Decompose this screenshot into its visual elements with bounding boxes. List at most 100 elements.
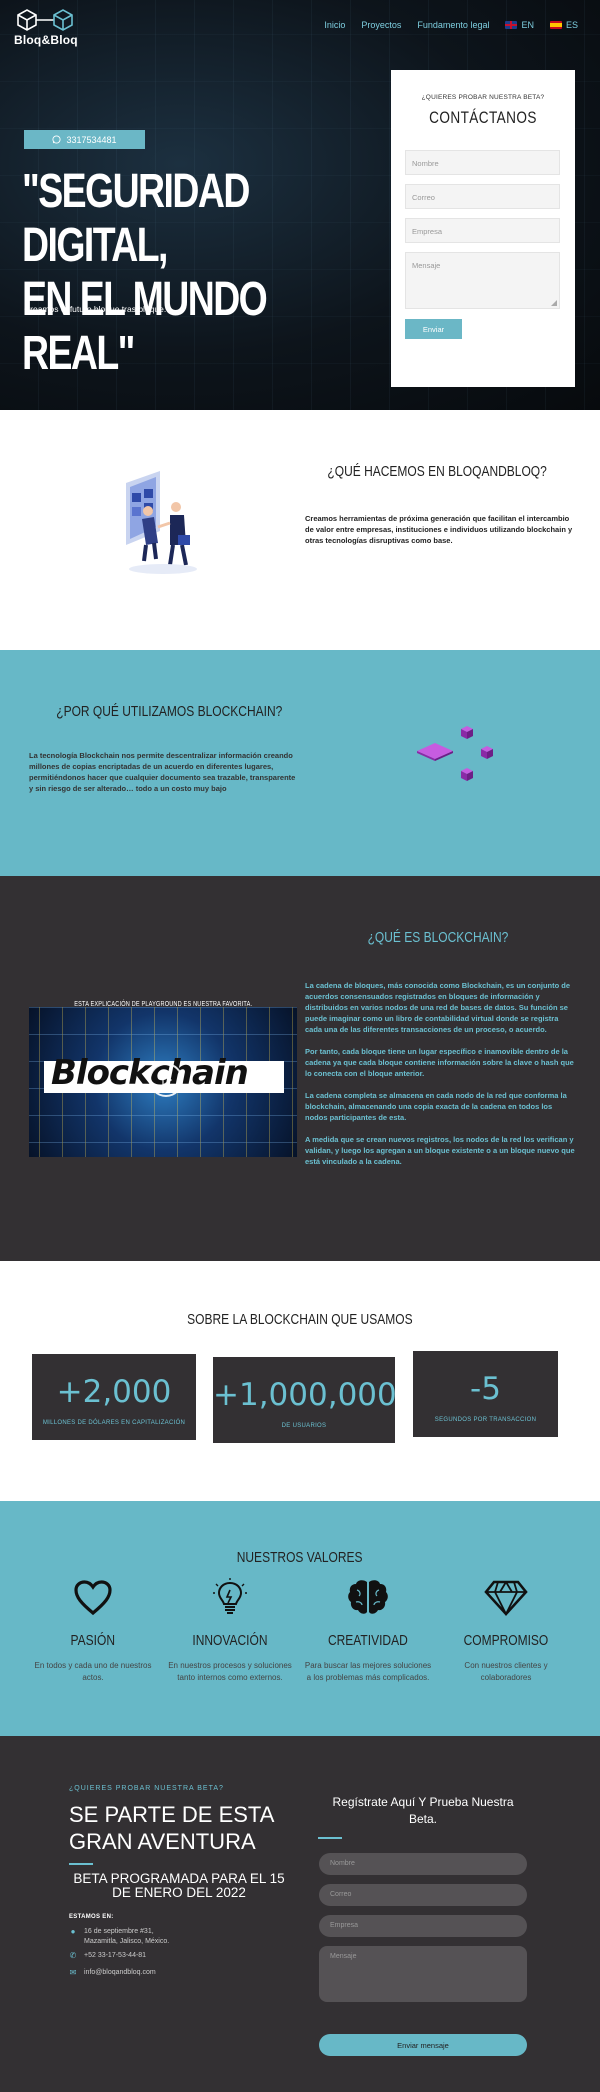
- beta-signup-section: ¿QUIERES PROBAR NUESTRA BETA? SE PARTE D…: [0, 1736, 600, 2092]
- address-text: 16 de septiembre #31, Mazamitla, Jalisco…: [84, 1928, 170, 1945]
- stats-title-text: SOBRE LA BLOCKCHAIN QUE USAMOS: [187, 1311, 413, 1328]
- value-commitment: COMPROMISO Con nuestros clientes y colab…: [441, 1576, 571, 1684]
- whatsapp-number: 3317534481: [66, 134, 117, 145]
- whatsapp-button[interactable]: 3317534481: [24, 130, 145, 149]
- stats-title: SOBRE LA BLOCKCHAIN QUE USAMOS: [0, 1311, 600, 1329]
- beta-launch-date: BETA PROGRAMADA PARA EL 15 DE ENERO DEL …: [73, 1871, 285, 1900]
- lang-en-label: EN: [521, 20, 534, 30]
- heart-icon: [74, 1580, 112, 1616]
- phone-row[interactable]: ✆ +52 33-17-53-44-81: [69, 1951, 146, 1961]
- send-button[interactable]: Enviar: [405, 319, 462, 339]
- what-we-do-title-text: ¿QUÉ HACEMOS EN BLOQANDBLOQ?: [327, 463, 548, 480]
- message-field[interactable]: Mensaje: [405, 252, 560, 309]
- value-name: COMPROMISO: [463, 1632, 549, 1649]
- why-blockchain-title-text: ¿POR QUÉ UTILIZAMOS BLOCKCHAIN?: [56, 703, 283, 720]
- why-blockchain-text: La tecnología Blockchain nos permite des…: [29, 751, 296, 793]
- what-is-blockchain-title-text: ¿QUÉ ES BLOCKCHAIN?: [367, 929, 508, 946]
- contact-title: CONTÁCTANOS: [429, 108, 537, 127]
- stats-section: SOBRE LA BLOCKCHAIN QUE USAMOS +2,000 MI…: [0, 1261, 600, 1501]
- beta-name-field[interactable]: Nombre: [319, 1853, 527, 1875]
- mail-icon: ✉: [69, 1968, 77, 1977]
- hero-title-line1: "SEGURIDAD DIGITAL,: [22, 165, 250, 272]
- lang-es-label: ES: [565, 20, 578, 30]
- value-name: INNOVACIÓN: [192, 1632, 268, 1649]
- divider: [318, 1837, 342, 1839]
- values-title-text: NUESTROS VALORES: [237, 1549, 363, 1566]
- value-name: CREATIVIDAD: [328, 1632, 408, 1649]
- contact-kicker: ¿QUIERES PROBAR NUESTRA BETA?: [421, 94, 545, 101]
- beta-email-field[interactable]: Correo: [319, 1884, 527, 1906]
- lang-en-link[interactable]: EN: [505, 20, 534, 30]
- what-is-blockchain-title: ¿QUÉ ES BLOCKCHAIN?: [300, 929, 575, 947]
- blockchain-cubes-icon: [417, 726, 493, 781]
- name-field[interactable]: Nombre: [405, 150, 560, 175]
- hero-section: Bloq&Bloq Inicio Proyectos Fundamento le…: [0, 0, 600, 410]
- cubes-logo-icon: [17, 9, 73, 31]
- value-innovation: INNOVACIÓN En nuestros procesos y soluci…: [165, 1576, 295, 1684]
- blockchain-paragraph: Por tanto, cada bloque tiene un lugar es…: [305, 1047, 574, 1078]
- location-heading: ESTAMOS EN:: [69, 1914, 114, 1920]
- address-row: ● 16 de septiembre #31, Mazamitla, Jalis…: [69, 1927, 184, 1947]
- blockchain-paragraph: La cadena completa se almacena en cada n…: [305, 1091, 567, 1122]
- stat-label: DE USUARIOS: [281, 1423, 327, 1429]
- why-blockchain-section: ¿POR QUÉ UTILIZAMOS BLOCKCHAIN? La tecno…: [0, 650, 600, 876]
- stat-card-seconds: -5 SEGUNDOS POR TRANSACCION: [413, 1351, 558, 1437]
- what-we-do-title: ¿QUÉ HACEMOS EN BLOQANDBLOQ?: [300, 463, 575, 481]
- value-text: En nuestros procesos y soluciones tanto …: [168, 1661, 292, 1682]
- email-field[interactable]: Correo: [405, 184, 560, 209]
- hero-title-line2: EN EL MUNDO REAL": [22, 273, 268, 380]
- lang-es-link[interactable]: ES: [549, 20, 578, 30]
- stat-value: +2,000: [56, 1374, 172, 1410]
- nav-fundamento-legal[interactable]: Fundamento legal: [417, 20, 489, 30]
- company-field[interactable]: Empresa: [405, 218, 560, 243]
- value-passion: PASIÓN En todos y cada uno de nuestros a…: [28, 1576, 158, 1684]
- stat-value: +1,000,000: [213, 1377, 397, 1413]
- main-nav: Inicio Proyectos Fundamento legal EN ES: [324, 20, 578, 30]
- stat-value: -5: [470, 1371, 501, 1407]
- what-we-do-section: ¿QUÉ HACEMOS EN BLOQANDBLOQ? Creamos her…: [0, 410, 600, 650]
- stat-card-capitalization: +2,000 MILLONES DE DÓLARES EN CAPITALIZA…: [32, 1354, 196, 1440]
- business-handshake-illustration: [126, 471, 197, 574]
- spain-flag-icon: [549, 21, 562, 29]
- phone-icon: ✆: [69, 1951, 77, 1960]
- beta-send-button[interactable]: Enviar mensaje: [319, 2034, 527, 2056]
- stat-label: MILLONES DE DÓLARES EN CAPITALIZACIÓN: [42, 1420, 186, 1426]
- values-title: NUESTROS VALORES: [0, 1549, 600, 1567]
- stat-card-users: +1,000,000 DE USUARIOS: [213, 1357, 397, 1443]
- hero-title: "SEGURIDAD DIGITAL, EN EL MUNDO REAL": [22, 165, 381, 381]
- values-section: NUESTROS VALORES PASIÓN En todos y cada …: [0, 1501, 600, 1736]
- whatsapp-icon: [52, 135, 62, 144]
- diamond-icon: [484, 1580, 528, 1617]
- map-pin-icon: ●: [70, 1927, 76, 1936]
- contact-form: ¿QUIERES PROBAR NUESTRA BETA? CONTÁCTANO…: [391, 70, 575, 387]
- value-text: Con nuestros clientes y colaboradores: [464, 1661, 548, 1682]
- beta-message-field[interactable]: Mensaje: [319, 1946, 527, 2002]
- divider: [69, 1863, 93, 1865]
- stat-label: SEGUNDOS POR TRANSACCION: [434, 1417, 537, 1423]
- nav-inicio[interactable]: Inicio: [324, 20, 345, 30]
- what-is-blockchain-text: La cadena de bloques, más conocida como …: [305, 980, 575, 1178]
- what-is-blockchain-section: ¿QUÉ ES BLOCKCHAIN? ESTA EXPLICACIÓN DE …: [0, 876, 600, 1261]
- phone-text: +52 33-17-53-44-81: [84, 1952, 147, 1959]
- hero-subtitle: Creamos el futuro bloque tras bloque.: [24, 304, 167, 314]
- beta-headline: SE PARTE DE ESTA GRAN AVENTURA: [69, 1802, 274, 1854]
- site-logo[interactable]: Bloq&Bloq: [14, 8, 82, 47]
- uk-flag-icon: [505, 21, 518, 29]
- email-text: info@bloqandbloq.com: [84, 1969, 156, 1976]
- blockchain-video[interactable]: Blockchain: [29, 1007, 297, 1157]
- nav-proyectos[interactable]: Proyectos: [361, 20, 401, 30]
- beta-kicker: ¿QUIERES PROBAR NUESTRA BETA?: [69, 1785, 224, 1792]
- brain-icon: [348, 1580, 388, 1614]
- brand-name: Bloq&Bloq: [14, 33, 78, 47]
- email-row[interactable]: ✉ info@bloqandbloq.com: [69, 1968, 156, 1978]
- play-icon[interactable]: [149, 1063, 183, 1097]
- value-creativity: CREATIVIDAD Para buscar las mejores solu…: [303, 1576, 433, 1684]
- what-we-do-text: Creamos herramientas de próxima generaci…: [305, 514, 573, 545]
- value-text: Para buscar las mejores soluciones a los…: [304, 1661, 432, 1682]
- blockchain-paragraph: La cadena de bloques, más conocida como …: [305, 981, 571, 1034]
- why-blockchain-title: ¿POR QUÉ UTILIZAMOS BLOCKCHAIN?: [28, 703, 298, 721]
- value-text: En todos y cada uno de nuestros actos.: [34, 1661, 152, 1682]
- beta-form-title: Regístrate Aquí Y Prueba Nuestra Beta.: [332, 1795, 514, 1826]
- beta-company-field[interactable]: Empresa: [319, 1915, 527, 1937]
- blockchain-paragraph: A medida que se crean nuevos registros, …: [305, 1135, 575, 1166]
